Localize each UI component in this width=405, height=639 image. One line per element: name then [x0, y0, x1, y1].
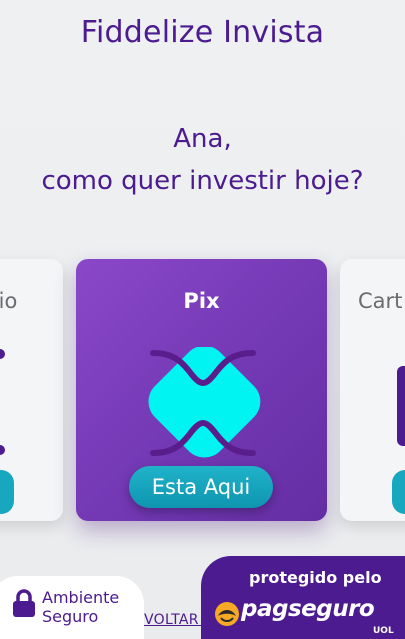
pagseguro-logo-icon: [215, 602, 239, 626]
card-label-left: rio: [0, 289, 18, 313]
card-label-pix: Pix: [183, 289, 220, 313]
esta-aqui-button[interactable]: Esta Aqui: [129, 466, 273, 508]
card-illustration-partial: [397, 366, 405, 446]
pix-icon: [148, 347, 261, 458]
pagseguro-uol: UOL: [373, 626, 394, 636]
pagseguro-brand: pagseguro: [241, 596, 375, 622]
payment-option-card-pix[interactable]: Pix Esta Aqui: [76, 259, 327, 521]
select-button-left[interactable]: [0, 470, 14, 514]
card-label-right: Cart: [358, 289, 403, 313]
decor-dot: [0, 445, 5, 455]
page: Fiddelize Invista Ana, como quer investi…: [0, 0, 405, 639]
secure-environment-badge: Ambiente Seguro: [0, 576, 144, 639]
pagseguro-top-text: protegido pelo: [249, 568, 382, 587]
pagseguro-badge: protegido pelo pagseguro UOL: [201, 556, 405, 639]
decor-dot: [0, 349, 5, 359]
app-title: Fiddelize Invista: [80, 15, 325, 50]
secure-label-line2: Seguro: [42, 607, 99, 626]
secure-label: Ambiente Seguro: [42, 588, 119, 626]
greeting-name: Ana,: [173, 124, 232, 154]
greeting: Ana, como quer investir hoje?: [0, 118, 405, 202]
greeting-question: como quer investir hoje?: [41, 166, 364, 196]
select-button-right[interactable]: [392, 470, 405, 514]
secure-label-line1: Ambiente: [42, 588, 120, 607]
lock-icon: [13, 589, 35, 617]
